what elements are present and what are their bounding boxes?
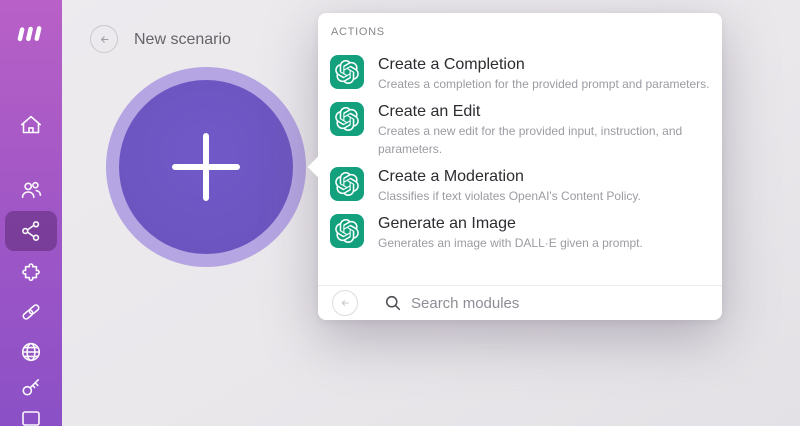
openai-logo-icon [330, 55, 364, 89]
action-title: Create an Edit [378, 102, 714, 122]
module-search-bar [318, 285, 722, 320]
popup-tail [308, 156, 331, 179]
plus-icon [171, 132, 241, 202]
page-title: New scenario [134, 31, 231, 49]
module-actions-popup: ACTIONS Create a Completion Creates a co… [318, 13, 722, 320]
action-description: Classifies if text violates OpenAI's Con… [378, 187, 714, 205]
search-input[interactable] [411, 295, 641, 312]
app-window: New scenario ACTIONS Create a Completion… [0, 0, 800, 426]
users-icon [19, 178, 43, 202]
sidebar-item-team[interactable] [5, 170, 57, 210]
openai-logo-icon [330, 167, 364, 201]
sidebar-item-home[interactable] [5, 105, 57, 145]
action-item-generate-image[interactable]: Generate an Image Generates an image wit… [330, 214, 718, 252]
sidebar-item-apps[interactable] [5, 253, 57, 293]
action-description: Creates a new edit for the provided inpu… [378, 122, 714, 158]
key-icon [19, 375, 43, 399]
openai-logo-icon [330, 214, 364, 248]
action-list: Create a Completion Creates a completion… [330, 55, 718, 261]
sidebar-item-connections[interactable] [5, 292, 57, 332]
sidebar-item-webhooks[interactable] [5, 332, 57, 372]
action-description: Creates a completion for the provided pr… [378, 75, 714, 93]
link-icon [19, 300, 43, 324]
action-title: Create a Moderation [378, 167, 714, 187]
share-nodes-icon [19, 219, 43, 243]
window-icon [19, 408, 43, 426]
home-icon [19, 113, 43, 137]
action-description: Generates an image with DALL·E given a p… [378, 234, 714, 252]
arrow-left-icon [97, 32, 112, 47]
puzzle-icon [19, 261, 43, 285]
openai-logo-icon [330, 102, 364, 136]
action-title: Create a Completion [378, 55, 714, 75]
action-item-create-moderation[interactable]: Create a Moderation Classifies if text v… [330, 167, 718, 205]
action-title: Generate an Image [378, 214, 714, 234]
add-module-button[interactable] [119, 80, 293, 254]
arrow-left-icon [338, 296, 352, 310]
make-logo-icon[interactable] [15, 23, 47, 47]
search-back-button[interactable] [332, 290, 358, 316]
actions-section-label: ACTIONS [331, 26, 385, 38]
action-item-create-edit[interactable]: Create an Edit Creates a new edit for th… [330, 102, 718, 158]
globe-icon [19, 340, 43, 364]
sidebar-item-devices[interactable] [5, 400, 57, 426]
search-icon [384, 294, 402, 312]
action-item-create-completion[interactable]: Create a Completion Creates a completion… [330, 55, 718, 93]
back-button[interactable] [90, 25, 118, 53]
sidebar [0, 0, 62, 426]
sidebar-item-scenarios[interactable] [5, 211, 57, 251]
add-module-halo [106, 67, 306, 267]
